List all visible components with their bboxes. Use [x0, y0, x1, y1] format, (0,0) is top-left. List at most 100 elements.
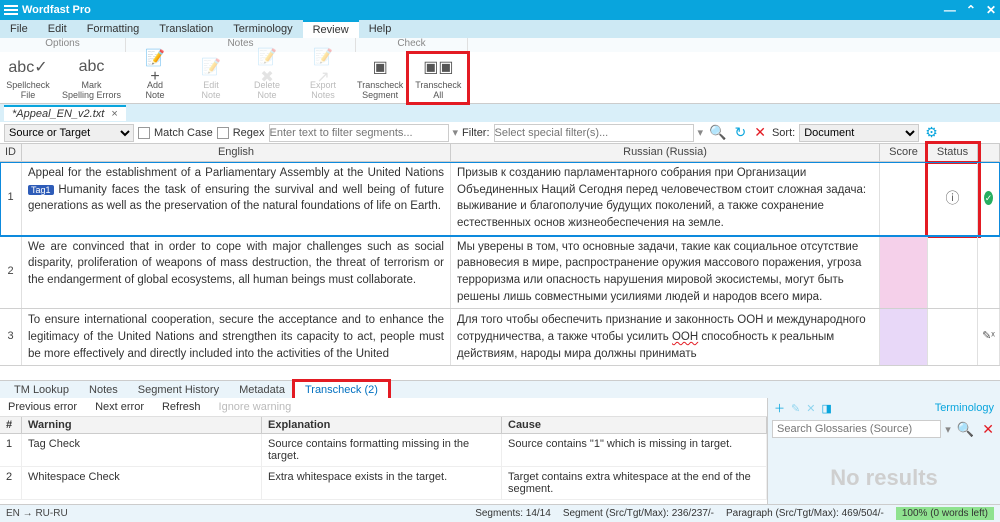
- col-target[interactable]: Russian (Russia): [451, 144, 880, 161]
- match-case-checkbox[interactable]: [138, 127, 150, 139]
- segment-target[interactable]: Призыв к созданию парламентарного собран…: [451, 162, 880, 235]
- ribbon-mark-spelling-errors[interactable]: abcMarkSpelling Errors: [56, 54, 127, 102]
- transcheck-rows: 1Tag CheckSource contains formatting mis…: [0, 434, 767, 500]
- transcheck-actions: Previous error Next error Refresh Ignore…: [0, 398, 767, 417]
- refresh-icon[interactable]: ↻: [733, 124, 749, 141]
- close-icon[interactable]: ✕: [986, 3, 996, 17]
- terminology-search: ▾ 🔍 ✕: [768, 418, 1000, 440]
- expand-icon[interactable]: ◨: [821, 402, 831, 415]
- filter-bar: Source or Target Match Case Regex ▾ Filt…: [0, 122, 1000, 144]
- bottom-tabs: TM LookupNotesSegment HistoryMetadataTra…: [0, 380, 1000, 398]
- tc-col-num: #: [0, 417, 22, 433]
- segment-source[interactable]: We are convinced that in order to cope w…: [22, 236, 451, 309]
- gear-icon[interactable]: ⚙: [923, 124, 940, 141]
- clear-icon[interactable]: ✕: [752, 124, 768, 141]
- menu-review[interactable]: Review: [303, 20, 359, 38]
- tc-cell: 1: [0, 434, 22, 466]
- transcheck-all-icon: ▣▣: [427, 56, 449, 78]
- segment-target[interactable]: Мы уверены в том, что основные задачи, т…: [451, 236, 880, 309]
- ribbon-spellcheck-file[interactable]: abc✓SpellcheckFile: [0, 54, 56, 102]
- search-icon[interactable]: 🔍: [707, 124, 728, 141]
- tc-cell: Extra whitespace exists in the target.: [262, 467, 502, 499]
- ribbon-group-check: Check: [356, 38, 468, 52]
- col-id[interactable]: ID: [0, 144, 22, 161]
- tc-cell: Target contains extra whitespace at the …: [502, 467, 767, 499]
- status-progress: 100% (0 words left): [896, 507, 994, 520]
- special-filter-input[interactable]: [494, 124, 694, 142]
- filter-text-input[interactable]: [269, 124, 449, 142]
- menu-edit[interactable]: Edit: [38, 20, 77, 38]
- term-clear-icon[interactable]: ✕: [980, 421, 996, 438]
- segment-grid: 1Appeal for the establishment of a Parli…: [0, 162, 1000, 380]
- tc-cell: Whitespace Check: [22, 467, 262, 499]
- ribbon-toolbar: abc✓SpellcheckFileabcMarkSpelling Errors…: [0, 52, 1000, 104]
- regex-label: Regex: [233, 127, 265, 139]
- spellcheck-error: ООН: [672, 331, 698, 343]
- menu-bar: FileEditFormattingTranslationTerminology…: [0, 20, 1000, 38]
- filter-label: Filter:: [462, 127, 490, 139]
- tab-transcheck-[interactable]: Transcheck (2): [295, 382, 388, 398]
- ribbon-label: SpellcheckFile: [6, 80, 50, 100]
- ribbon-edit-note: 📝 EditNote: [183, 54, 239, 102]
- next-error-button[interactable]: Next error: [95, 401, 144, 413]
- add-term-icon[interactable]: ＋: [774, 400, 785, 416]
- menu-translation[interactable]: Translation: [149, 20, 223, 38]
- prev-error-button[interactable]: Previous error: [8, 401, 77, 413]
- ribbon-label: TranscheckSegment: [357, 80, 403, 100]
- transcheck-panel: Previous error Next error Refresh Ignore…: [0, 398, 768, 516]
- terminology-search-input[interactable]: [772, 420, 941, 438]
- segment-score: [880, 236, 928, 309]
- col-source[interactable]: English: [22, 144, 451, 161]
- menu-help[interactable]: Help: [359, 20, 402, 38]
- sort-select[interactable]: Document: [799, 124, 919, 142]
- col-status[interactable]: Status: [928, 144, 978, 161]
- status-segments: Segments: 14/14: [475, 508, 551, 519]
- segment-row[interactable]: 3To ensure international cooperation, se…: [0, 309, 1000, 366]
- segment-source[interactable]: To ensure international cooperation, sec…: [22, 309, 451, 365]
- minimize-icon[interactable]: —: [944, 3, 956, 17]
- col-last: [978, 144, 1000, 161]
- bottom-panels: Previous error Next error Refresh Ignore…: [0, 398, 1000, 516]
- terminology-panel: ＋ ✎ ✕ ◨ Terminology ▾ 🔍 ✕ No results: [768, 398, 1000, 516]
- ribbon-label: EditNote: [202, 80, 221, 100]
- close-tab-icon[interactable]: ×: [111, 108, 117, 120]
- segment-source[interactable]: Appeal for the establishment of a Parlia…: [22, 162, 451, 235]
- transcheck-header: # Warning Explanation Cause: [0, 417, 767, 434]
- segment-row[interactable]: 2We are convinced that in order to cope …: [0, 236, 1000, 310]
- tc-cell: Source contains formatting missing in th…: [262, 434, 502, 466]
- regex-checkbox[interactable]: [217, 127, 229, 139]
- title-bar: Wordfast Pro — ⌃ ✕: [0, 0, 1000, 20]
- match-case-label: Match Case: [154, 127, 213, 139]
- tab-metadata[interactable]: Metadata: [229, 382, 295, 398]
- document-tab[interactable]: *Appeal_EN_v2.txt ×: [4, 105, 126, 121]
- menu-file[interactable]: File: [0, 20, 38, 38]
- ribbon-add-note[interactable]: 📝+AddNote: [127, 54, 183, 102]
- ribbon-transcheck-all[interactable]: ▣▣TranscheckAll: [409, 54, 467, 102]
- add-note-icon: 📝+: [144, 56, 166, 78]
- refresh-button[interactable]: Refresh: [162, 401, 201, 413]
- col-score[interactable]: Score: [880, 144, 928, 161]
- segment-row[interactable]: 1Appeal for the establishment of a Parli…: [0, 162, 1000, 236]
- menu-formatting[interactable]: Formatting: [77, 20, 150, 38]
- tab-segment-history[interactable]: Segment History: [128, 382, 229, 398]
- app-title: Wordfast Pro: [22, 4, 91, 16]
- segment-target[interactable]: Для того чтобы обеспечить признание и за…: [451, 309, 880, 365]
- tc-col-explanation: Explanation: [262, 417, 502, 433]
- menu-terminology[interactable]: Terminology: [223, 20, 302, 38]
- transcheck-row[interactable]: 1Tag CheckSource contains formatting mis…: [0, 434, 767, 467]
- menu-icon[interactable]: [4, 5, 18, 15]
- scope-select[interactable]: Source or Target: [4, 124, 134, 142]
- ribbon-group-options: Options: [0, 38, 126, 52]
- ribbon-export-notes: 📝↗ExportNotes: [295, 54, 351, 102]
- tc-col-cause: Cause: [502, 417, 767, 433]
- terminology-toolbar: ＋ ✎ ✕ ◨ Terminology: [768, 398, 1000, 418]
- transcheck-segment-icon: ▣: [369, 56, 391, 78]
- tab-notes[interactable]: Notes: [79, 382, 128, 398]
- ribbon-transcheck-segment[interactable]: ▣TranscheckSegment: [351, 54, 409, 102]
- edit-note-icon: 📝: [200, 56, 222, 78]
- term-search-icon[interactable]: 🔍: [955, 421, 976, 438]
- maximize-icon[interactable]: ⌃: [966, 3, 976, 17]
- transcheck-row[interactable]: 2Whitespace CheckExtra whitespace exists…: [0, 467, 767, 500]
- ignore-warning-button: Ignore warning: [219, 401, 292, 413]
- tab-tm-lookup[interactable]: TM Lookup: [4, 382, 79, 398]
